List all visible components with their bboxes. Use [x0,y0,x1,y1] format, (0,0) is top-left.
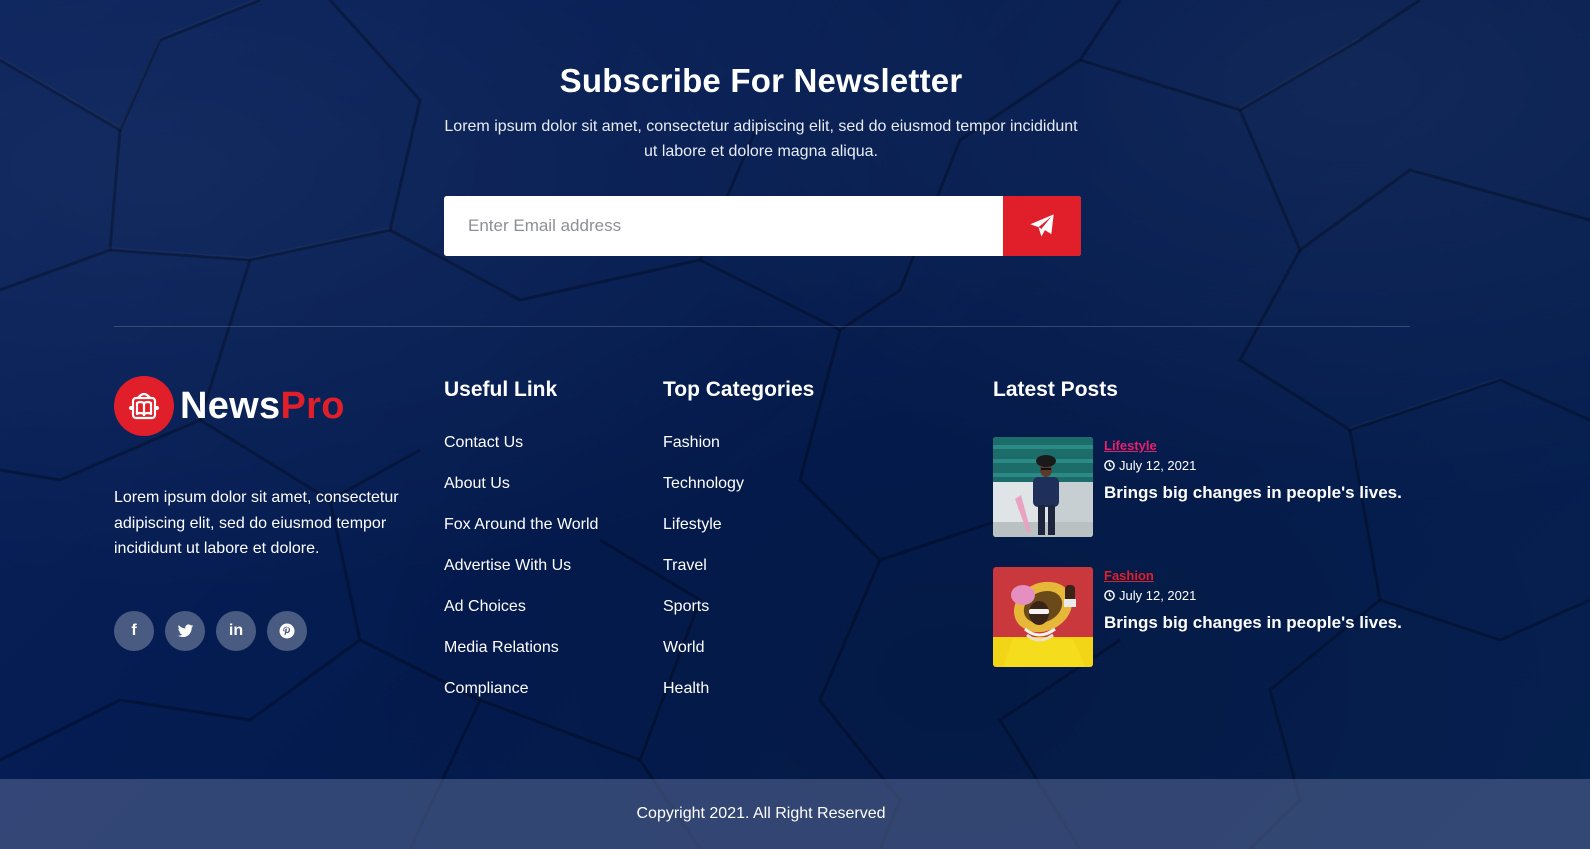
post-thumbnail[interactable] [993,567,1093,667]
useful-link-media-relations[interactable]: Media Relations [444,633,598,674]
useful-link-about-us[interactable]: About Us [444,469,598,510]
facebook-icon: f [131,622,137,639]
category-link-lifestyle[interactable]: Lifestyle [663,510,744,551]
brand-name: NewsPro [180,385,345,428]
post-date-text: July 12, 2021 [1119,458,1197,473]
paper-plane-icon [1030,214,1054,237]
post-category-link[interactable]: Lifestyle [1104,438,1402,453]
twitter-icon [177,624,193,637]
subscribe-button[interactable] [1003,196,1081,256]
category-link-world[interactable]: World [663,633,744,674]
brand-logo[interactable]: NewsPro [114,376,345,436]
section-divider [114,326,1410,327]
pinterest-icon [279,623,295,639]
post-category-link[interactable]: Fashion [1104,568,1402,583]
brand-name-primary: News [180,384,281,427]
brand-name-accent: Pro [280,384,345,427]
twitter-link[interactable] [165,611,205,651]
useful-link-ad-choices[interactable]: Ad Choices [444,592,598,633]
newsletter-title: Subscribe For Newsletter [559,62,963,99]
brand-about-text: Lorem ipsum dolor sit amet, consectetur … [114,489,399,557]
useful-link-fox-around-the-world[interactable]: Fox Around the World [444,510,598,551]
email-input[interactable] [444,196,1003,256]
latest-post-item[interactable]: Lifestyle July 12, 2021 Brings big chang… [993,437,1402,537]
post-title-link[interactable]: Brings big changes in people's lives. [1104,613,1402,633]
pinterest-link[interactable] [267,611,307,651]
facebook-link[interactable]: f [114,611,154,651]
copyright-text: Copyright 2021. All Right Reserved [636,805,886,822]
linkedin-link[interactable]: in [216,611,256,651]
useful-link-compliance[interactable]: Compliance [444,674,598,715]
useful-links-list: Contact Us About Us Fox Around the World… [444,428,598,715]
clock-icon [1104,460,1115,471]
category-link-travel[interactable]: Travel [663,551,744,592]
useful-link-contact-us[interactable]: Contact Us [444,428,598,469]
category-link-technology[interactable]: Technology [663,469,744,510]
useful-link-advertise-with-us[interactable]: Advertise With Us [444,551,598,592]
category-link-sports[interactable]: Sports [663,592,744,633]
top-categories-list: Fashion Technology Lifestyle Travel Spor… [663,428,744,715]
post-info: Lifestyle July 12, 2021 Brings big chang… [1104,437,1402,537]
latest-post-item[interactable]: Fashion July 12, 2021 Brings big changes… [993,567,1402,667]
clock-icon [1104,590,1115,601]
useful-links-title: Useful Link [444,378,558,401]
newsletter-description: Lorem ipsum dolor sit amet, consectetur … [444,118,1078,160]
post-date: July 12, 2021 [1104,458,1402,473]
post-title-link[interactable]: Brings big changes in people's lives. [1104,483,1402,503]
post-date: July 12, 2021 [1104,588,1402,603]
latest-posts-title: Latest Posts [993,378,1118,401]
social-links: f in [114,611,307,651]
top-categories-title: Top Categories [663,378,815,401]
copyright-bar: Copyright 2021. All Right Reserved [0,779,1590,849]
post-thumbnail[interactable] [993,437,1093,537]
post-info: Fashion July 12, 2021 Brings big changes… [1104,567,1402,667]
book-bag-icon [114,376,174,436]
linkedin-icon: in [228,622,244,639]
subscribe-form [444,196,1081,256]
category-link-health[interactable]: Health [663,674,744,715]
footer-page: Subscribe For Newsletter Lorem ipsum dol… [0,0,1590,849]
category-link-fashion[interactable]: Fashion [663,428,744,469]
post-date-text: July 12, 2021 [1119,588,1197,603]
